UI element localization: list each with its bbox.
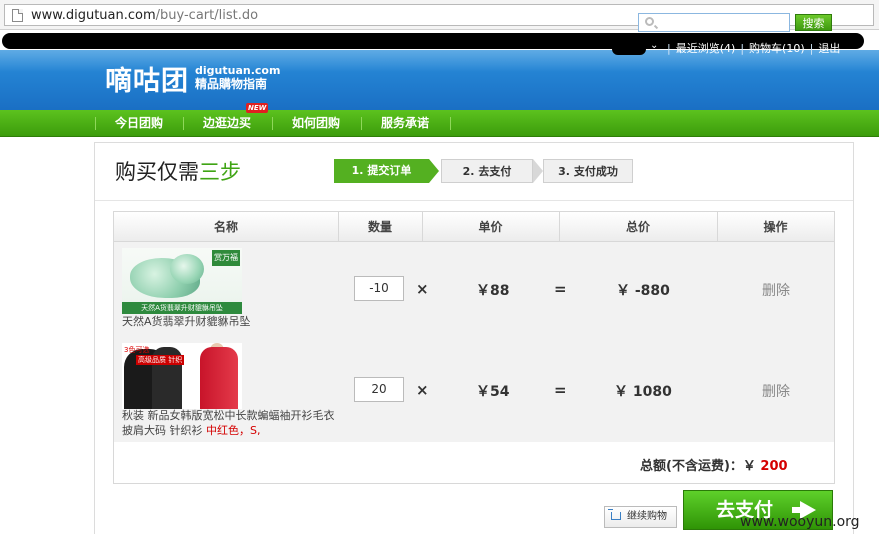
nav-item-browse-buy[interactable]: 边逛边买 — [203, 110, 251, 137]
link-divider: | — [809, 42, 814, 55]
watermark: www.wooyun.org — [740, 514, 860, 530]
product-name[interactable]: 秋装 新品女韩版宽松中长款蝙蝠袖开衫毛衣 — [122, 408, 335, 423]
nav-divider — [361, 117, 362, 130]
col-total: 总价 — [625, 220, 650, 234]
nav-item-service[interactable]: 服务承诺 — [381, 110, 429, 137]
page-title: 购买仅需三步 — [115, 156, 241, 186]
url-path: /buy-cart/list.do — [155, 8, 259, 23]
nav-divider — [272, 117, 273, 130]
product-thumbnail-sweater[interactable]: 3色可选 高级品质 针织 — [122, 343, 242, 409]
logo-text: 嘀咕团 — [105, 65, 189, 97]
nav-item-how-to[interactable]: 如何团购 — [292, 110, 340, 137]
username-redacted[interactable] — [612, 38, 646, 55]
product-thumbnail-jade[interactable]: 赏万福 天然A货翡翠升财貔貅吊坠 — [122, 248, 242, 314]
thumbnail-tag: 赏万福 — [212, 250, 240, 266]
multiply-sign: × — [416, 381, 429, 399]
cart-total: 总额(不含运费)：￥ 200 — [640, 455, 788, 474]
user-links: | 最近浏览(4) | 购物车(10) | 退出 — [662, 40, 840, 56]
sweater-red-image — [200, 347, 238, 409]
divider — [95, 200, 853, 201]
site-header: 嘀咕团 digutuan.com 精品購物指南 — [0, 50, 879, 110]
link-divider: | — [667, 42, 671, 55]
col-unit-price: 单价 — [478, 220, 503, 234]
main-nav: 今日团购 边逛边买 如何团购 服务承诺 — [0, 110, 879, 137]
recent-views-link[interactable]: 最近浏览(4) — [676, 42, 736, 55]
jade-pendant-head — [170, 254, 204, 284]
product-variant: 中红色，S, — [206, 424, 261, 437]
nav-divider — [450, 117, 451, 130]
search-button[interactable]: 搜索 — [795, 14, 832, 31]
nav-item-today-deals[interactable]: 今日团购 — [115, 110, 163, 137]
search-input[interactable] — [659, 15, 787, 30]
product-name-cont: 披肩大码 针织衫 — [122, 424, 203, 437]
url-text[interactable]: www.digutuan.com/buy-cart/list.do — [31, 8, 258, 23]
step-pay: 2. 去支付 — [441, 159, 533, 183]
delete-button[interactable]: 删除 — [762, 381, 790, 401]
continue-shopping-label: 继续购物 — [627, 511, 667, 522]
nav-divider — [95, 117, 96, 130]
link-divider: | — [740, 42, 745, 55]
product-name-line2: 披肩大码 针织衫 中红色，S, — [122, 423, 260, 438]
col-quantity: 数量 — [367, 220, 392, 234]
unit-price: ￥88 — [476, 283, 510, 299]
table-header: 名称 数量 单价 总价 操作 — [114, 212, 834, 242]
quantity-input[interactable]: -10 — [354, 276, 404, 301]
site-logo[interactable]: 嘀咕团 digutuan.com 精品購物指南 — [105, 58, 280, 98]
title-highlight: 三步 — [199, 160, 241, 184]
nav-divider — [183, 117, 184, 130]
url-host: www.digutuan.com — [31, 8, 156, 23]
page-icon — [12, 9, 23, 22]
delete-button[interactable]: 删除 — [762, 280, 790, 300]
logout-link[interactable]: 退出 — [818, 42, 840, 55]
total-amount: 200 — [760, 459, 788, 474]
step-submit-order: 1. 提交订单 — [334, 159, 429, 183]
total-label: 总额(不含运费)：￥ — [640, 459, 756, 474]
chevron-down-icon[interactable]: ⌄ — [650, 40, 658, 51]
thumbnail-tag: 3色可选 — [124, 346, 150, 354]
cart-icon — [608, 509, 621, 520]
search-icon — [645, 17, 654, 26]
title-prefix: 购买仅需 — [115, 160, 199, 184]
thumbnail-band: 高级品质 针织 — [136, 355, 185, 365]
equals-sign: = — [554, 381, 567, 399]
col-name: 名称 — [213, 220, 238, 234]
cart-link[interactable]: 购物车(10) — [749, 42, 805, 55]
unit-price: ￥54 — [476, 384, 510, 400]
step-arrow-icon — [429, 159, 439, 183]
step-arrow-icon — [533, 159, 543, 183]
search-box — [638, 13, 790, 32]
logo-side: digutuan.com 精品購物指南 — [195, 64, 280, 92]
line-total: ￥ 1080 — [614, 384, 672, 400]
equals-sign: = — [554, 280, 567, 298]
logo-slogan: 精品購物指南 — [195, 77, 268, 91]
quantity-input[interactable]: 20 — [354, 377, 404, 402]
new-badge: NEW — [246, 103, 269, 113]
line-total: ￥ -880 — [616, 283, 670, 299]
continue-shopping-button[interactable]: 继续购物 — [604, 506, 677, 528]
logo-domain: digutuan.com — [195, 64, 281, 77]
multiply-sign: × — [416, 280, 429, 298]
product-name[interactable]: 天然A货翡翠升财貔貅吊坠 — [122, 314, 251, 329]
thumbnail-band: 天然A货翡翠升财貔貅吊坠 — [122, 302, 242, 314]
step-success: 3. 支付成功 — [543, 159, 633, 183]
col-action: 操作 — [763, 220, 788, 234]
